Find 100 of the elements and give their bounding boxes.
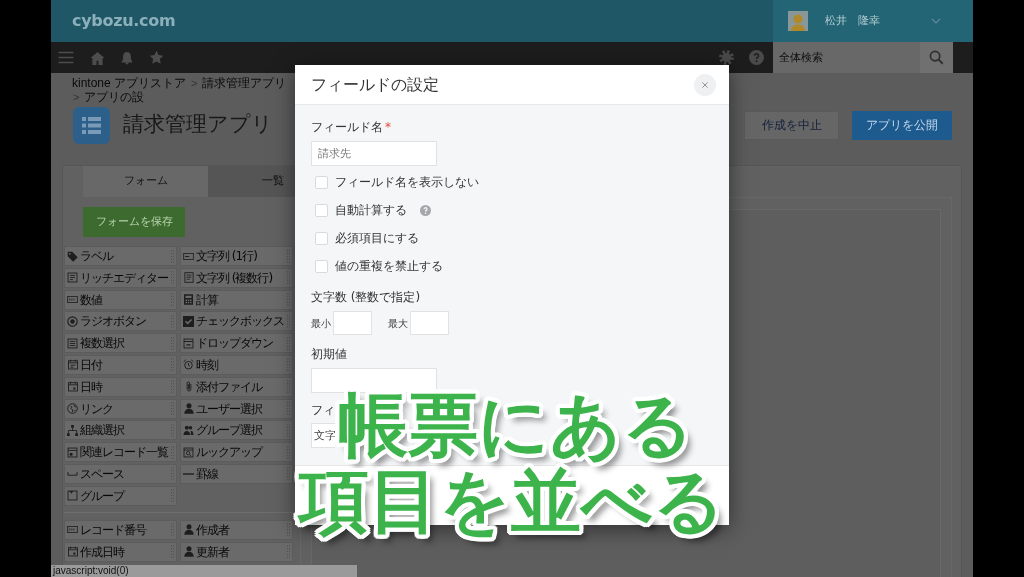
palette-item[interactable]: チェックボックス	[180, 311, 293, 332]
breadcrumb-link[interactable]: 請求管理アプリ	[202, 75, 287, 90]
settings-icon[interactable]	[719, 50, 734, 65]
hierarchy-icon	[67, 424, 78, 436]
palette-item[interactable]: 数値	[64, 289, 177, 310]
checkbox-label: 必須項目にする	[335, 230, 419, 247]
text-box-icon	[67, 272, 78, 284]
alarm-clock-icon	[183, 359, 194, 371]
checkbox[interactable]	[315, 175, 328, 189]
palette-item[interactable]: 組織選択	[64, 420, 177, 441]
checkbox-label: 自動計算する	[335, 202, 407, 219]
publish-button[interactable]: アプリを公開	[852, 110, 952, 140]
checkbox-icon	[183, 315, 194, 327]
logo-text[interactable]: cybozu.com	[51, 9, 176, 33]
palette-item[interactable]: ドロップダウン	[180, 333, 293, 354]
close-button[interactable]	[694, 73, 716, 96]
tab[interactable]: フォーム	[83, 166, 208, 197]
palette-item[interactable]: 日付	[64, 355, 177, 375]
caption-line: 帳票にある	[338, 387, 694, 463]
breadcrumb-separator: >	[72, 89, 81, 104]
checkbox[interactable]	[315, 231, 328, 245]
text-input[interactable]: 請求先	[311, 141, 437, 166]
palette-item[interactable]: グループ選択	[180, 420, 293, 441]
list-box-icon	[67, 337, 78, 349]
palette-item[interactable]: グループ	[64, 485, 177, 506]
min-input[interactable]	[333, 311, 372, 335]
calendar-icon	[67, 359, 78, 371]
star-icon[interactable]	[149, 50, 164, 65]
breadcrumb-separator: >	[190, 75, 199, 90]
palette-item[interactable]: 作成日時	[64, 541, 177, 562]
dialog-title: フィールドの設定	[311, 73, 439, 96]
max-input[interactable]	[410, 311, 449, 335]
checkbox[interactable]	[315, 259, 328, 273]
globe-icon	[67, 403, 78, 415]
palette-item[interactable]: ルックアップ	[180, 442, 293, 463]
horizontal-line-icon	[183, 472, 194, 475]
number-field-icon	[67, 526, 78, 534]
palette-item[interactable]: 罫線	[180, 463, 293, 484]
palette-item[interactable]: ラベル	[64, 246, 177, 266]
palette-item[interactable]: 関連レコード一覧	[64, 442, 177, 463]
home-icon[interactable]	[90, 50, 105, 65]
section-label: 文字数 (整数で指定)	[311, 289, 421, 305]
required-mark: *	[385, 119, 391, 135]
person-icon	[183, 403, 194, 415]
palette-item[interactable]: スペース	[64, 463, 177, 484]
avatar-icon	[788, 11, 808, 31]
calendar-icon	[67, 546, 78, 558]
palette-item[interactable]: 作成者	[180, 519, 293, 540]
group-box-icon	[67, 490, 78, 502]
palette-item[interactable]: ユーザー選択	[180, 398, 293, 419]
search-button[interactable]	[920, 42, 953, 73]
palette-item[interactable]: リンク	[64, 398, 177, 419]
document-icon	[183, 272, 194, 284]
field-label: 初期値	[311, 346, 347, 362]
people-icon	[183, 425, 194, 436]
palette-item[interactable]: 文字列 (1行)	[180, 246, 293, 266]
palette-item[interactable]: 添付ファイル	[180, 376, 293, 397]
app-title: 請求管理アプリ	[123, 111, 273, 139]
menu-icon[interactable]	[58, 51, 74, 64]
close-icon	[702, 81, 708, 88]
palette-item[interactable]: 計算	[180, 289, 293, 310]
max-label: 最大	[388, 316, 408, 331]
caption-line: 項目を並べる	[299, 463, 725, 539]
text-field-icon	[183, 252, 194, 260]
cancel-button[interactable]: 作成を中止	[744, 110, 839, 140]
search-field[interactable]: 全体検索	[773, 42, 920, 73]
person-icon	[183, 524, 194, 536]
checkbox[interactable]	[315, 203, 328, 217]
tag-icon	[67, 250, 78, 262]
field-label: フィ	[311, 402, 335, 418]
min-label: 最小	[311, 316, 331, 331]
paperclip-icon	[185, 381, 192, 393]
window-icon	[67, 446, 78, 458]
magnifier-window-icon	[183, 446, 194, 458]
palette-item[interactable]: 時刻	[180, 355, 293, 375]
palette-item[interactable]: 日時	[64, 376, 177, 397]
text-input[interactable]	[311, 368, 437, 393]
list-app-icon	[73, 106, 110, 144]
search-icon	[929, 50, 944, 65]
radio-button-icon	[67, 315, 78, 327]
checkbox-label: フィールド名を表示しない	[335, 174, 479, 191]
palette-item[interactable]: ラジオボタン	[64, 311, 177, 332]
calculator-icon	[184, 294, 193, 306]
breadcrumb-link[interactable]: アプリの設	[84, 89, 145, 104]
palette-item[interactable]: 複数選択	[64, 333, 177, 354]
help-icon[interactable]	[420, 204, 431, 216]
text-input[interactable]: 文字	[311, 423, 335, 448]
save-form-button[interactable]: フォームを保存	[83, 207, 185, 237]
calendar-icon	[67, 381, 78, 393]
bracket-line-icon	[67, 471, 78, 476]
breadcrumb-link[interactable]: kintone アプリストア	[72, 75, 187, 90]
palette-item[interactable]: 文字列 (複数行)	[180, 267, 293, 288]
palette-item[interactable]: 更新者	[180, 541, 293, 562]
field-label: フィールド名	[311, 119, 383, 135]
palette-item[interactable]: リッチエディター	[64, 267, 177, 288]
help-icon[interactable]	[749, 50, 764, 65]
palette-item[interactable]: レコード番号	[64, 519, 177, 540]
dropdown-icon	[183, 337, 194, 349]
bell-icon[interactable]	[120, 50, 134, 65]
user-menu[interactable]: 松井 隆幸	[773, 0, 973, 42]
